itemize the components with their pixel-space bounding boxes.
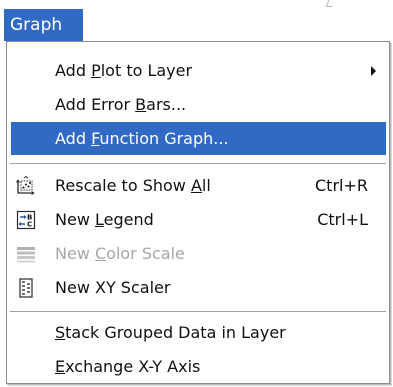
menu-item-label: New Color Scale	[55, 244, 185, 263]
menu-item-rescale-to-show-all[interactable]: Rescale to Show All Ctrl+R	[11, 169, 386, 202]
xy-scaler-icon	[16, 278, 36, 298]
menubar-graph[interactable]: Graph	[4, 9, 83, 41]
menu-item-label: New Legend	[55, 210, 154, 229]
menu-item-stack-grouped-data[interactable]: Stack Grouped Data in Layer	[11, 316, 386, 349]
menu-item-exchange-xy-axis[interactable]: Exchange X-Y Axis	[11, 350, 386, 383]
graph-dropdown-menu: Add Plot to Layer Add Error Bars... Add …	[6, 41, 390, 384]
menu-item-add-function-graph[interactable]: Add Function Graph...	[11, 122, 386, 155]
submenu-arrow-icon	[371, 66, 376, 76]
rescale-icon	[16, 175, 36, 196]
legend-icon: B C	[16, 210, 36, 230]
menu-item-new-color-scale[interactable]: New Color Scale	[11, 237, 386, 270]
menu-item-label: Add Function Graph...	[55, 129, 229, 148]
menu-item-label: Add Error Bars...	[55, 95, 187, 114]
menu-item-label: New XY Scaler	[55, 278, 171, 297]
menu-separator	[10, 311, 386, 313]
menubar-graph-label: Graph	[10, 15, 63, 35]
menu-item-label: Rescale to Show All	[55, 176, 211, 195]
menu-item-shortcut: Ctrl+L	[317, 210, 368, 229]
menu-item-new-legend[interactable]: B C New Legend Ctrl+L	[11, 203, 386, 236]
menu-item-label: Exchange X-Y Axis	[55, 357, 201, 376]
menu-separator	[10, 163, 386, 165]
color-scale-icon	[16, 244, 36, 264]
screenshot-stage: Graph Add Plot to Layer Add Error Bars..…	[0, 0, 393, 387]
menu-item-shortcut: Ctrl+R	[315, 176, 368, 195]
menu-item-label: Stack Grouped Data in Layer	[55, 323, 286, 342]
menu-item-label: Add Plot to Layer	[55, 61, 193, 80]
svg-text:C: C	[27, 221, 32, 229]
menu-item-add-plot-to-layer[interactable]: Add Plot to Layer	[11, 54, 386, 87]
stray-mark	[325, 0, 335, 7]
menu-item-new-xy-scaler[interactable]: New XY Scaler	[11, 271, 386, 304]
menu-item-add-error-bars[interactable]: Add Error Bars...	[11, 88, 386, 121]
